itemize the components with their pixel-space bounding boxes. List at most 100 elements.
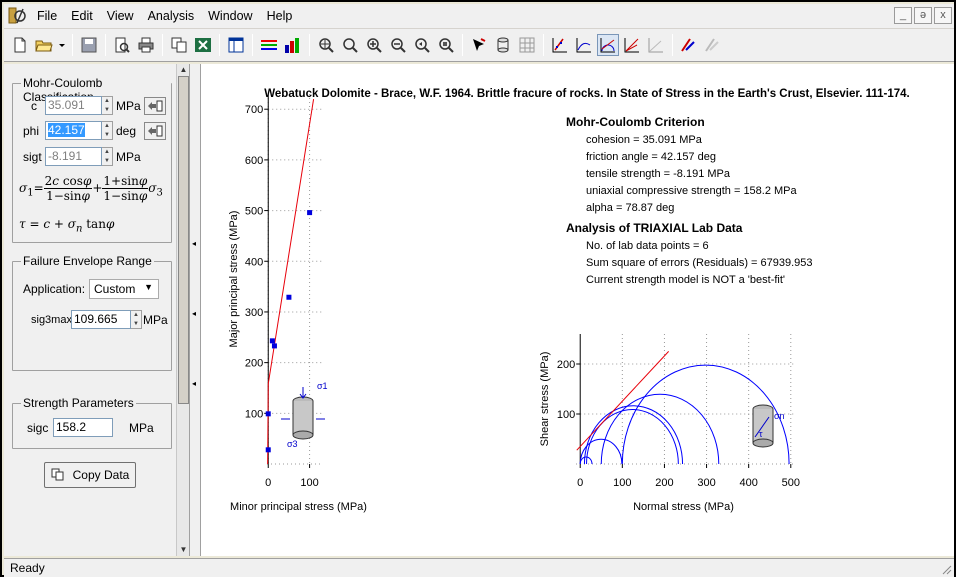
- report-line: Current strength model is NOT a 'best-fi…: [586, 274, 785, 286]
- status-text: Ready: [10, 561, 45, 575]
- status-bar: Ready: [4, 558, 954, 577]
- shear-normal-plot-button[interactable]: [573, 34, 595, 56]
- y-tick-label: 400: [245, 256, 263, 268]
- report-line: alpha = 78.87 deg: [586, 202, 674, 214]
- y-tick-label: 500: [245, 206, 263, 218]
- sigc-output: 158.2: [53, 418, 113, 437]
- fit-parameters-button[interactable]: [678, 34, 700, 56]
- friction-angle-calc-button[interactable]: [144, 121, 167, 140]
- data-point: [265, 447, 271, 453]
- menu-view[interactable]: View: [100, 9, 141, 23]
- panel-splitter[interactable]: ◂ ◂ ◂: [189, 64, 201, 556]
- report-line: cohesion = 35.091 MPa: [586, 134, 703, 146]
- open-dropdown-button[interactable]: [57, 34, 67, 56]
- print-preview-button[interactable]: [111, 34, 133, 56]
- envelope-plot-button[interactable]: [621, 34, 643, 56]
- new-document-icon: [14, 37, 26, 53]
- color-bars-icon: [285, 38, 299, 53]
- toolbar-separator: [162, 34, 163, 56]
- zoom-out-button[interactable]: [387, 34, 409, 56]
- application-select[interactable]: Custom ▼: [89, 279, 159, 299]
- zoom-previous-button[interactable]: [411, 34, 433, 56]
- envelope-plot-icon: [624, 38, 639, 53]
- chart-style-button[interactable]: [258, 34, 280, 56]
- zoom-in-button[interactable]: [363, 34, 385, 56]
- pick-point-button[interactable]: [468, 34, 490, 56]
- menu-file[interactable]: File: [30, 9, 64, 23]
- panel-toggle-button[interactable]: [225, 34, 247, 56]
- x-tick-label: 400: [739, 477, 757, 489]
- data-point: [286, 294, 292, 300]
- scroll-down-icon[interactable]: ▼: [179, 545, 188, 554]
- tensile-strength-spinner[interactable]: ▲ ▼: [102, 147, 113, 166]
- menu-help[interactable]: Help: [260, 9, 300, 23]
- sig3max-input[interactable]: 109.665: [71, 310, 131, 329]
- menu-edit[interactable]: Edit: [64, 9, 100, 23]
- stress-plot-disabled-button[interactable]: [645, 34, 667, 56]
- copy-data-label: Copy Data: [72, 468, 130, 482]
- zoom-window-button[interactable]: [339, 34, 361, 56]
- color-scale-button[interactable]: [282, 34, 304, 56]
- specimen-icon: [497, 37, 509, 53]
- x-tick-label: 300: [697, 477, 715, 489]
- save-button[interactable]: [78, 34, 100, 56]
- x-tick-label: 200: [655, 477, 673, 489]
- sample-specimen-button[interactable]: [492, 34, 514, 56]
- mohr-circle-chart[interactable]: 100 200 0 100 200 300 400 500 Normal stress (MPa…: [539, 334, 800, 513]
- x-tick-label: 500: [782, 477, 800, 489]
- color-lines-icon: [261, 40, 277, 50]
- zoom-all-button[interactable]: [315, 34, 337, 56]
- principal-stress-plot-button[interactable]: [549, 34, 571, 56]
- specimen-body: [293, 401, 313, 435]
- chevron-down-icon: [59, 44, 65, 47]
- mohr-circle-plot-button[interactable]: [597, 34, 619, 56]
- sig3max-spinner[interactable]: ▲ ▼: [131, 310, 142, 329]
- toolbar-separator: [252, 34, 253, 56]
- toolbar-separator: [672, 34, 673, 56]
- friction-angle-input[interactable]: 42.157: [45, 121, 102, 140]
- minimize-button[interactable]: _: [894, 7, 912, 24]
- print-button[interactable]: [135, 34, 157, 56]
- tensile-strength-input[interactable]: -8.191: [45, 147, 102, 166]
- cohesion-spinner[interactable]: ▲ ▼: [102, 96, 113, 115]
- strength-parameters-group: Strength Parameters sigc 158.2 MPa: [12, 396, 172, 449]
- friction-angle-spinner[interactable]: ▲ ▼: [102, 121, 113, 140]
- save-disk-icon: [81, 37, 97, 53]
- y-axis-label: Major principal stress (MPa): [228, 211, 240, 348]
- restore-button[interactable]: ǝ: [914, 7, 932, 24]
- principal-stress-chart[interactable]: 100 200 300 400 500 600 700 0 100 Minor principal…: [228, 94, 367, 513]
- analysis-heading: Analysis of TRIAXIAL Lab Data: [566, 221, 743, 235]
- export-excel-button[interactable]: [192, 34, 214, 56]
- scroll-up-icon[interactable]: ▲: [179, 65, 188, 74]
- x-tick-label: 0: [265, 477, 271, 489]
- panel-scrollbar[interactable]: ▲ ▼: [176, 64, 190, 556]
- plot-view[interactable]: Webatuck Dolomite - Brace, W.F. 1964. Br…: [201, 64, 954, 556]
- grid-button[interactable]: [516, 34, 538, 56]
- shear-strength-formula: τ = c + σn tanφ: [19, 217, 115, 235]
- new-document-button[interactable]: [9, 34, 31, 56]
- open-folder-button[interactable]: [33, 34, 55, 56]
- zoom-out-icon: [391, 38, 406, 53]
- close-button[interactable]: x: [934, 7, 952, 24]
- specimen-bottom: [292, 430, 314, 440]
- app-logo-icon: [8, 7, 26, 24]
- fit-disabled-button[interactable]: [702, 34, 724, 56]
- toolbar: [4, 28, 954, 62]
- cohesion-input[interactable]: 35.091: [45, 96, 102, 115]
- zoom-custom-button[interactable]: [435, 34, 457, 56]
- copy-data-button[interactable]: Copy Data: [44, 462, 136, 488]
- mohr-coulomb-group: Mohr-Coulomb Classification c 35.091 ▲▼ …: [12, 76, 172, 243]
- menu-analysis[interactable]: Analysis: [141, 9, 202, 23]
- cohesion-calc-button[interactable]: [143, 96, 166, 115]
- copy-button[interactable]: [168, 34, 190, 56]
- fit-curve-icon: [681, 38, 695, 52]
- toolbar-separator: [462, 34, 463, 56]
- failure-envelope-group: Failure Envelope Range Application: Cust…: [12, 254, 172, 371]
- friction-angle-row: phi 42.157 ▲ ▼ deg: [23, 121, 167, 140]
- printer-icon: [138, 37, 154, 53]
- plot-canvas[interactable]: Webatuck Dolomite - Brace, W.F. 1964. Br…: [201, 64, 954, 556]
- menu-window[interactable]: Window: [201, 9, 259, 23]
- friction-angle-unit: deg: [116, 123, 137, 138]
- scroll-thumb[interactable]: [178, 76, 189, 404]
- resize-grip-icon[interactable]: [940, 563, 952, 575]
